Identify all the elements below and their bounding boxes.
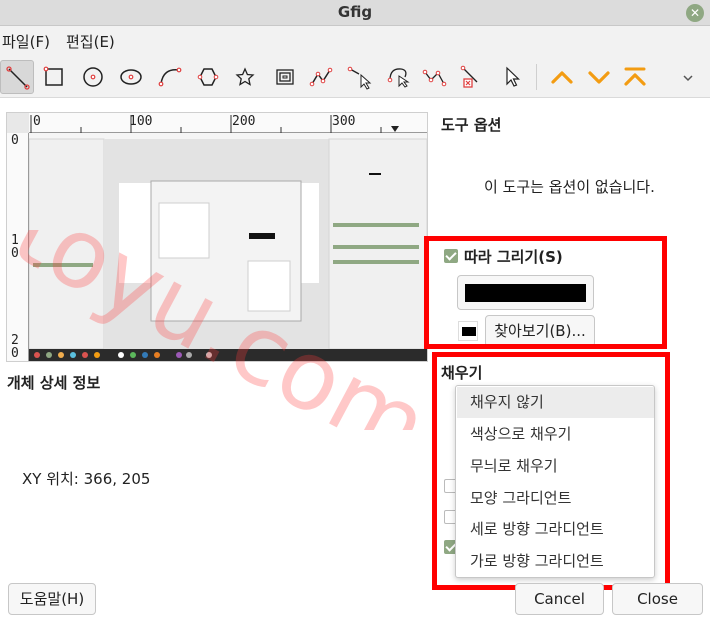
bezier-tool-icon[interactable] [304, 60, 338, 94]
help-button[interactable]: 도움말(H) [8, 583, 96, 615]
delete-object-icon[interactable] [455, 60, 489, 94]
toolbar-overflow-chevron-icon[interactable] [675, 60, 701, 94]
xy-position-text: XY 위치: 366, 205 [22, 470, 151, 488]
spiral-tool-icon[interactable] [268, 60, 302, 94]
ruler-tick-label: 0 [11, 346, 19, 361]
line-tool-icon[interactable] [0, 60, 34, 94]
vertical-ruler: 0 1 0 2 0 [7, 133, 29, 361]
lower-object-icon[interactable] [582, 60, 616, 94]
ruler-tick-label: 0 [11, 133, 19, 148]
star-tool-icon[interactable] [228, 60, 262, 94]
desktop-screenshot-thumbnail [29, 133, 427, 361]
move-object-icon[interactable] [343, 60, 377, 94]
select-pointer-icon[interactable] [494, 60, 528, 94]
tool-options-title: 도구 옵션 [441, 116, 502, 134]
rectangle-tool-icon[interactable] [37, 60, 71, 94]
stroke-highlight-box [424, 236, 667, 349]
menu-bar: 파일(F) 편집(E) [0, 26, 710, 56]
window-title: Gfig [337, 3, 373, 21]
raise-object-icon[interactable] [545, 60, 579, 94]
raise-to-top-icon[interactable] [618, 60, 652, 94]
toolbar-separator [536, 64, 537, 90]
ruler-ticks [30, 115, 399, 133]
polygon-tool-icon[interactable] [191, 60, 225, 94]
close-window-icon[interactable]: ✕ [686, 4, 704, 22]
tool-options-message: 이 도구는 옵션이 없습니다. [484, 178, 655, 196]
menu-file[interactable]: 파일(F) [2, 31, 50, 52]
copy-object-icon[interactable] [418, 60, 452, 94]
fill-highlight-box [432, 352, 670, 590]
menu-edit[interactable]: 편집(E) [66, 31, 115, 52]
close-button[interactable]: Close [612, 583, 703, 615]
move-point-icon[interactable] [381, 60, 415, 94]
arc-tool-icon[interactable] [153, 60, 187, 94]
ruler-tick-label: 0 [11, 246, 19, 261]
toolbar [0, 56, 710, 98]
preview-area: 0 100 200 300 0 1 0 2 0 [6, 112, 428, 362]
title-bar: Gfig ✕ [0, 0, 710, 26]
horizontal-ruler: 0 100 200 300 [29, 113, 427, 133]
ellipse-tool-icon[interactable] [114, 60, 148, 94]
preview-canvas[interactable] [29, 133, 427, 361]
cancel-button[interactable]: Cancel [515, 583, 604, 615]
circle-tool-icon[interactable] [76, 60, 110, 94]
object-details-title: 개체 상세 정보 [7, 374, 101, 392]
